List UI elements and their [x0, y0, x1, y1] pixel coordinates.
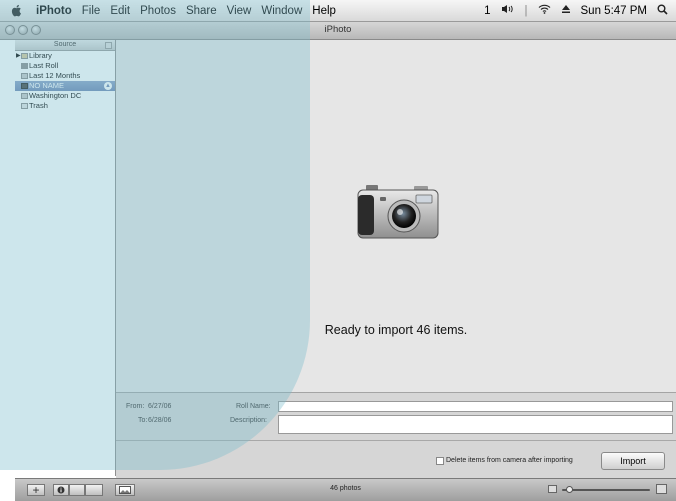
import-button[interactable]: Import — [601, 452, 665, 470]
window-title: iPhoto — [324, 24, 352, 35]
menu-view[interactable]: View — [227, 5, 252, 17]
source-item-label: Last Roll — [29, 61, 59, 70]
import-panel: From: 6/27/06 To: 6/28/06 Roll Name: Des… — [116, 392, 676, 479]
library-icon — [21, 53, 28, 59]
volume-icon[interactable] — [501, 4, 515, 17]
source-item-library[interactable]: ▶ Library — [15, 51, 115, 61]
import-view: Ready to import 46 items. — [116, 40, 676, 392]
source-item-last-12-months[interactable]: Last 12 Months — [15, 71, 115, 81]
description-field[interactable] — [278, 415, 673, 434]
source-item-trash[interactable]: Trash — [15, 101, 115, 111]
menu-file[interactable]: File — [82, 5, 101, 17]
panel-divider — [116, 440, 676, 441]
clock[interactable]: Sun 5:47 PM — [581, 5, 647, 17]
source-item-last-roll[interactable]: Last Roll — [15, 61, 115, 71]
eject-icon[interactable]: ▲ — [104, 82, 112, 90]
source-header: Source — [15, 40, 115, 51]
menu-app-name[interactable]: iPhoto — [36, 5, 72, 17]
menu-share[interactable]: Share — [186, 5, 217, 17]
to-date: 6/28/06 — [148, 417, 172, 424]
menu-bar: iPhoto File Edit Photos Share View Windo… — [0, 0, 676, 22]
menu-window[interactable]: Window — [261, 5, 302, 17]
camera-device-icon — [21, 83, 28, 89]
ready-status-text: Ready to import 46 items. — [324, 323, 468, 337]
from-date: 6/27/06 — [148, 403, 172, 410]
source-item-washington-dc[interactable]: Washington DC — [15, 91, 115, 101]
roll-name-field[interactable] — [278, 401, 673, 412]
delete-items-label: Delete items from camera after importing — [446, 457, 573, 464]
bottom-toolbar: + 46 photos — [15, 478, 676, 501]
zoom-large-icon — [656, 484, 667, 494]
zoom-slider-knob[interactable] — [566, 486, 574, 493]
source-item-label: Library — [29, 51, 52, 60]
trash-icon — [21, 103, 28, 109]
delete-items-checkbox[interactable] — [436, 457, 444, 465]
source-item-label: Washington DC — [29, 91, 82, 100]
window-title-bar: iPhoto — [0, 22, 676, 40]
menu-photos[interactable]: Photos — [140, 5, 176, 17]
eject-icon[interactable] — [561, 4, 571, 17]
source-item-label: Trash — [29, 101, 48, 110]
from-label: From: — [126, 403, 145, 410]
apple-icon[interactable] — [10, 4, 24, 18]
spotlight-icon[interactable] — [657, 4, 668, 18]
film-roll-icon — [21, 63, 28, 69]
roll-name-label: Roll Name: — [236, 403, 271, 410]
column-resize-icon[interactable] — [105, 42, 112, 49]
wifi-icon[interactable] — [538, 4, 551, 17]
menu-edit[interactable]: Edit — [110, 5, 130, 17]
camera-icon — [356, 183, 440, 241]
album-icon — [21, 93, 28, 99]
calendar-icon — [21, 73, 28, 79]
source-header-label: Source — [53, 41, 77, 48]
source-item-label: NO NAME — [29, 81, 65, 90]
description-label: Description: — [230, 417, 267, 424]
source-sidebar: Source ▶ Library Last Roll Last 12 Month… — [15, 40, 116, 476]
to-label: To: — [138, 417, 148, 424]
display-number[interactable]: 1 — [484, 5, 490, 17]
source-item-label: Last 12 Months — [29, 71, 81, 80]
disclosure-triangle-icon[interactable]: ▶ — [16, 51, 21, 61]
menu-separator: | — [524, 4, 528, 17]
menu-help[interactable]: Help — [312, 5, 336, 17]
zoom-slider[interactable] — [562, 486, 650, 493]
zoom-small-icon — [548, 485, 557, 493]
source-item-camera[interactable]: NO NAME ▲ — [15, 81, 115, 91]
